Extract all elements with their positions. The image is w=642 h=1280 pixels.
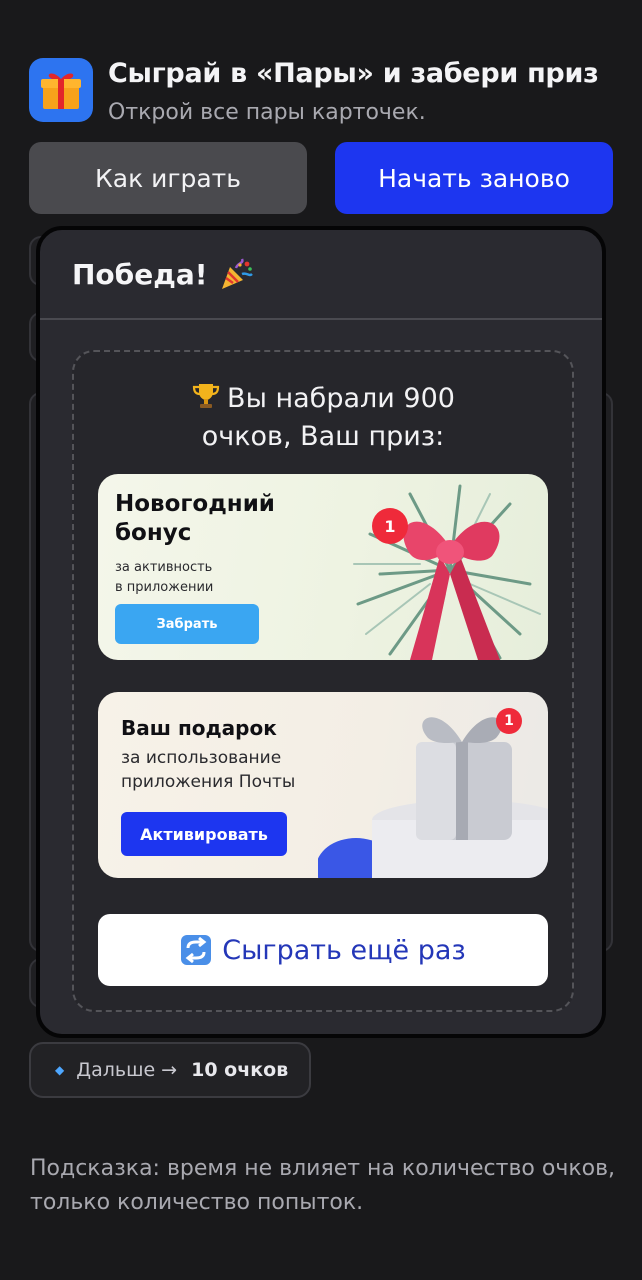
take-bonus-button[interactable]: Забрать	[115, 604, 259, 644]
banner-sub-line-2: в приложении	[115, 580, 214, 595]
victory-modal: Победа! Вы набрали 900 очков, Ваш приз: …	[36, 226, 606, 1038]
hint-text: Подсказка: время не влияет на количество…	[30, 1156, 616, 1215]
score-message: Вы набрали 900 очков, Ваш приз:	[74, 380, 572, 456]
page-title: Сыграй в «Пары» и забери приз	[108, 58, 599, 89]
trophy-icon	[191, 381, 221, 411]
banner-sub-line-2: приложения Почты	[121, 772, 296, 792]
banner-sub-line-1: за использование	[121, 748, 282, 768]
page-subtitle: Открой все пары карточек.	[108, 100, 426, 125]
modal-header: Победа!	[40, 230, 602, 320]
banner-title-line-2: бонус	[115, 520, 192, 546]
activate-button[interactable]: Активировать	[121, 812, 287, 856]
christmas-wreath-icon	[350, 474, 548, 660]
banner-badge: 1	[496, 708, 522, 734]
your-gift-banner[interactable]: Ваш подарок за использование приложения …	[98, 692, 548, 878]
prize-container: Вы набрали 900 очков, Ваш приз: Новогодн…	[72, 350, 574, 1012]
repeat-icon	[180, 934, 212, 966]
modal-title: Победа!	[72, 257, 208, 291]
diamond-icon: ◆	[55, 1063, 65, 1077]
party-popper-icon	[218, 256, 254, 292]
how-to-play-button[interactable]: Как играть	[29, 142, 307, 214]
score-line-1: Вы набрали 900	[227, 383, 455, 414]
banner-sub-line-1: за активность	[115, 560, 213, 575]
new-year-bonus-banner[interactable]: Новогодний бонус за активность в приложе…	[98, 474, 548, 660]
score-line-2: очков, Ваш приз:	[201, 421, 445, 452]
banner-title-line-1: Ваш подарок	[121, 716, 277, 740]
next-label: Дальше →	[76, 1059, 178, 1081]
gift-icon	[29, 58, 93, 122]
restart-button[interactable]: Начать заново	[335, 142, 613, 214]
play-again-button[interactable]: Сыграть ещё раз	[98, 914, 548, 986]
next-points: 10 очков	[191, 1059, 289, 1081]
play-again-label: Сыграть ещё раз	[222, 934, 466, 966]
banner-title-line-1: Новогодний	[115, 491, 275, 517]
banner-badge: 1	[372, 508, 408, 544]
next-chip[interactable]: ◆ Дальше → 10 очков	[29, 1042, 311, 1098]
